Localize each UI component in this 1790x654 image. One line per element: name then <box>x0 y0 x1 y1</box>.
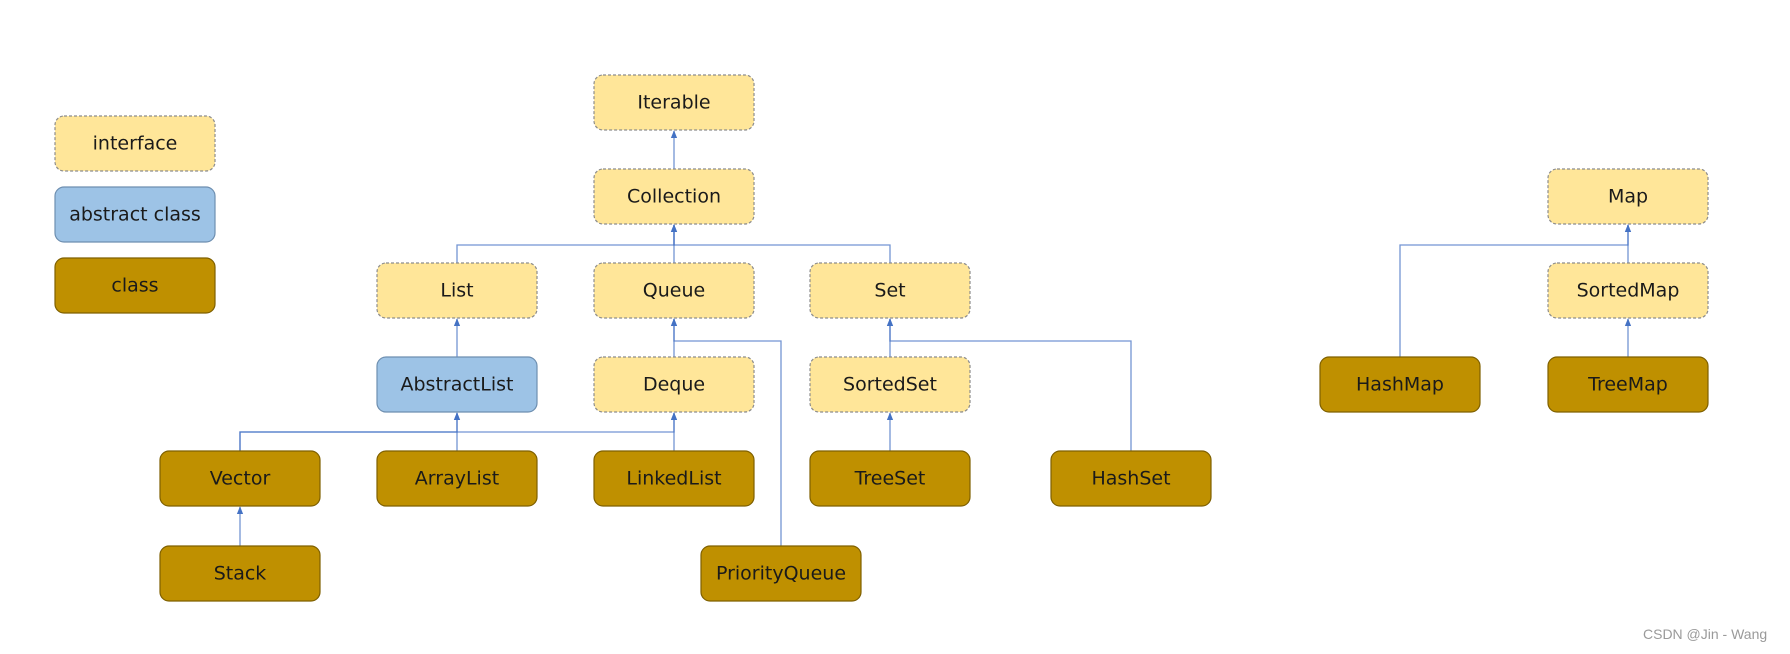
node-sorted-map-label: SortedMap <box>1577 280 1680 302</box>
legend: interface abstract class class <box>54 115 216 314</box>
node-abstract-list: AbstractList <box>376 356 538 413</box>
legend-abstract: abstract class <box>54 186 216 243</box>
node-list-label: List <box>440 280 473 302</box>
node-tree-set: TreeSet <box>809 450 971 507</box>
node-collection-label: Collection <box>627 186 721 208</box>
legend-interface-label: interface <box>93 133 178 155</box>
node-iterable-label: Iterable <box>637 92 710 114</box>
node-array-list-label: ArrayList <box>415 468 499 490</box>
node-collection: Collection <box>593 168 755 225</box>
collection-hierarchy-diagram: interface abstract class class Iterable Col… <box>54 74 1709 602</box>
node-map-label: Map <box>1608 186 1648 208</box>
node-priority-queue: PriorityQueue <box>700 545 862 602</box>
node-tree-map: TreeMap <box>1547 356 1709 413</box>
node-vector: Vector <box>159 450 321 507</box>
node-stack: Stack <box>159 545 321 602</box>
node-vector-label: Vector <box>210 468 271 490</box>
node-sorted-set: SortedSet <box>809 356 971 413</box>
edge-list-to-collection <box>456 224 678 263</box>
edge-priority-queue-to-queue <box>670 318 782 546</box>
legend-abstract-label: abstract class <box>69 204 201 226</box>
node-list: List <box>376 262 538 319</box>
node-map: Map <box>1547 168 1709 225</box>
legend-interface: interface <box>54 115 216 172</box>
node-deque-label: Deque <box>643 374 705 396</box>
legend-class-label: class <box>111 275 158 297</box>
node-deque: Deque <box>593 356 755 413</box>
node-sorted-map: SortedMap <box>1547 262 1709 319</box>
legend-class: class <box>54 257 216 314</box>
node-set-label: Set <box>874 280 905 302</box>
node-stack-label: Stack <box>214 563 267 585</box>
node-hash-map-label: HashMap <box>1356 374 1444 396</box>
node-linked-list-label: LinkedList <box>626 468 721 490</box>
nodes-layer: Iterable Collection List Queue Set AbstractLi… <box>159 74 1709 602</box>
edge-set-to-collection <box>670 224 891 263</box>
node-tree-map-label: TreeMap <box>1587 374 1668 396</box>
node-tree-set-label: TreeSet <box>854 468 926 490</box>
node-linked-list: LinkedList <box>593 450 755 507</box>
node-hash-set: HashSet <box>1050 450 1212 507</box>
node-set: Set <box>809 262 971 319</box>
node-sorted-set-label: SortedSet <box>843 374 937 396</box>
node-queue: Queue <box>593 262 755 319</box>
node-iterable: Iterable <box>593 74 755 131</box>
watermark: CSDN @Jin - Wang <box>1643 626 1768 642</box>
node-queue-label: Queue <box>643 280 705 302</box>
node-abstract-list-label: AbstractList <box>401 374 514 396</box>
node-hash-map: HashMap <box>1319 356 1481 413</box>
node-hash-set-label: HashSet <box>1091 468 1170 490</box>
node-priority-queue-label: PriorityQueue <box>716 563 846 585</box>
node-array-list: ArrayList <box>376 450 538 507</box>
